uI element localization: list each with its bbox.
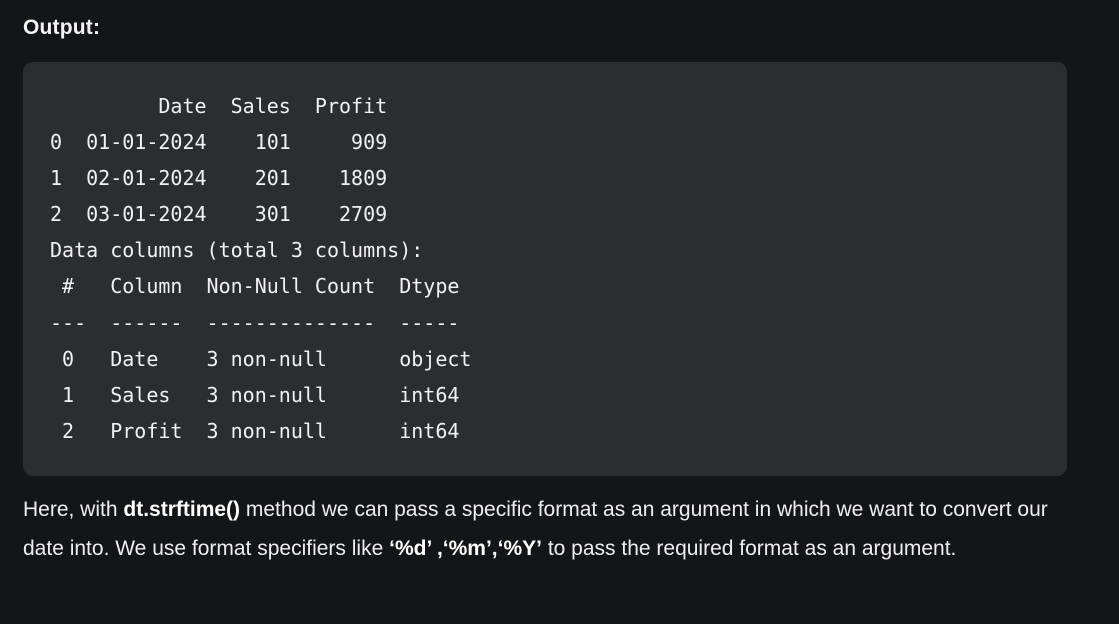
code-output-text: Date Sales Profit 0 01-01-2024 101 909 1 0… <box>50 88 471 449</box>
code-line: --- ------ -------------- ----- <box>50 310 472 335</box>
format-specifiers: ‘%d’ ,‘%m’,‘%Y’ <box>389 536 542 560</box>
code-line: 1 02-01-2024 201 1809 <box>50 166 388 191</box>
code-line: 2 03-01-2024 301 2709 <box>50 202 388 227</box>
code-line: 0 01-01-2024 101 909 <box>50 130 388 155</box>
article-page: Output: Date Sales Profit 0 01-01-2024 10… <box>0 0 1119 624</box>
code-line: 2 Profit 3 non-null int64 <box>50 418 472 443</box>
code-output-block: Date Sales Profit 0 01-01-2024 101 909 1 0… <box>23 62 1067 476</box>
output-heading: Output: <box>23 16 101 39</box>
explanation-text: Here, with <box>23 498 124 521</box>
explanation-paragraph: Here, with dt.strftime() method we can p… <box>23 491 1083 568</box>
explanation-text: to pass the required format as an argume… <box>542 536 957 560</box>
code-line: 1 Sales 3 non-null int64 <box>50 382 472 407</box>
code-line: Date Sales Profit <box>50 94 388 118</box>
code-line: 0 Date 3 non-null object <box>50 346 472 371</box>
method-name: dt.strftime() <box>123 498 241 521</box>
code-line: Data columns (total 3 columns): <box>50 238 424 263</box>
code-line: # Column Non-Null Count Dtype <box>50 274 472 299</box>
